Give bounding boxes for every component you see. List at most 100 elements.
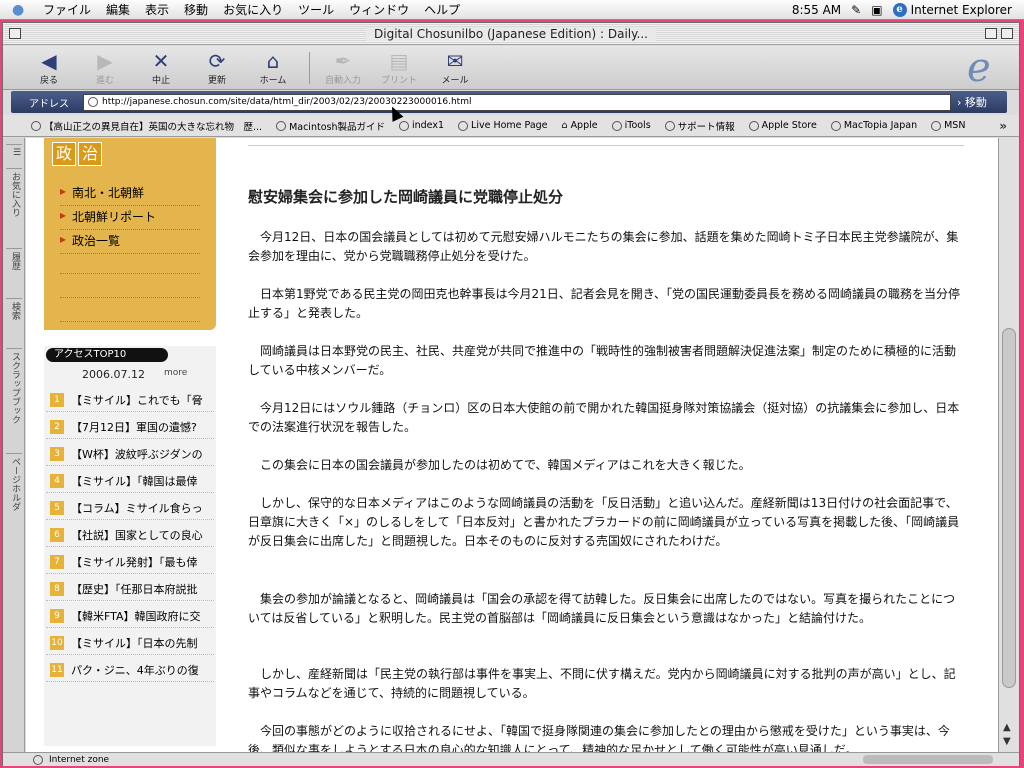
status-bar: Internet zone <box>3 752 1019 766</box>
nav-divider <box>60 252 200 274</box>
menu-go[interactable]: 移動 <box>184 1 208 18</box>
ranking-row[interactable]: 2 【7月12日】軍国の遺憾? <box>46 415 214 439</box>
page-globe-icon[interactable] <box>88 97 98 107</box>
favorite-item[interactable]: MacTopia Japan <box>830 120 917 131</box>
category-panel: 政 治 南北・北朝鮮 北朝鮮リポート 政治一覧 <box>44 138 216 330</box>
favorite-item[interactable]: Macintosh製品ガイド <box>276 119 385 133</box>
favorite-label: Apple <box>570 120 598 131</box>
refresh-button[interactable]: ⟳ 更新 <box>189 49 245 86</box>
article-paragraph: 今月12日にはソウル鍾路（チョンロ）区の日本大使館の前で開かれた韓国挺身隊対策協… <box>248 401 960 434</box>
home-button[interactable]: ⌂ ホーム <box>245 49 301 86</box>
nav-link-nk-report[interactable]: 北朝鮮リポート <box>60 204 200 230</box>
menu-view[interactable]: 表示 <box>145 1 169 18</box>
access-more-link[interactable]: more <box>164 368 187 378</box>
ranking-row[interactable]: 9 【韓米FTA】韓国政府に交 <box>46 604 214 628</box>
vertical-scrollbar[interactable]: ▲ ▼ <box>998 138 1019 752</box>
menubar-clock[interactable]: 8:55 AM <box>792 3 841 17</box>
article-paragraph: 集会の参加が論議となると、岡崎議員は「国会の承認を得て訪韓した。反日集会に出席し… <box>248 592 956 625</box>
apple-menu-icon[interactable]: ● <box>12 2 34 18</box>
rank-title: 【ミサイル発射】「最も倖 <box>71 555 198 569</box>
back-button[interactable]: ◀ 戻る <box>21 49 77 86</box>
autofill-label: 自動入力 <box>324 76 361 86</box>
ranking-row[interactable]: 3 【W杯】波紋呼ぶジダンの <box>46 442 214 466</box>
address-bar: アドレス http://japanese.chosun.com/site/dat… <box>11 91 1007 113</box>
favorite-item[interactable]: サポート情報 <box>664 119 735 133</box>
favorite-item[interactable]: index1 <box>398 120 444 131</box>
forward-button[interactable]: ▶ 進む <box>77 49 133 86</box>
favorite-label: Live Home Page <box>471 120 548 131</box>
section-title: 政 治 <box>52 142 104 166</box>
globe-icon <box>830 120 841 131</box>
nav-link-politics-list[interactable]: 政治一覧 <box>60 228 200 254</box>
refresh-label: 更新 <box>207 76 226 86</box>
ranking-row[interactable]: 6 【社説】国家としての良心 <box>46 523 214 547</box>
autofill-button[interactable]: ✒ 自動入力 <box>315 49 371 86</box>
article-paragraph: しかし、産経新聞は「民主党の執行部は事件を事実上、不問に伏す構えだ。党内から岡崎… <box>248 667 956 700</box>
favorite-item[interactable]: MSN <box>931 120 965 131</box>
article-paragraph: 今月12日、日本の国会議員としては初めて元慰安婦ハルモニたちの集会に参加、話題を… <box>248 230 959 263</box>
ranking-row[interactable]: 4 【ミサイル】「韓国は最倖 <box>46 469 214 493</box>
sidetab-page-holder[interactable]: ページホルダ <box>6 453 22 523</box>
scroll-down-arrow-icon[interactable]: ▼ <box>1003 736 1011 747</box>
favorite-item[interactable]: 【高山正之の異見自在】英国の大きな忘れ物 歴... <box>31 119 262 133</box>
menu-tools[interactable]: ツール <box>298 1 334 18</box>
app-menu[interactable]: e Internet Explorer <box>892 2 1012 17</box>
sidetab-search[interactable]: 検索 <box>6 298 22 338</box>
article-paragraph: この集会に日本の国会議員が参加したのは初めてで、韓国メディアはこれを大きく報じた… <box>260 458 751 472</box>
favorite-item[interactable]: Apple Store <box>748 120 817 131</box>
zoom-box-button[interactable] <box>985 28 997 39</box>
sidetab-history[interactable]: 履歴 <box>6 248 22 288</box>
scroll-thumb[interactable] <box>1002 328 1016 688</box>
mail-button[interactable]: ✉ メール <box>427 49 483 86</box>
ranking-row[interactable]: 1 【ミサイル】これでも「脅 <box>46 388 214 412</box>
rank-title: 【社説】国家としての良心 <box>71 528 203 542</box>
ranking-row[interactable]: 8 【歴史】「任那日本府説批 <box>46 577 214 601</box>
stop-button[interactable]: ✕ 中止 <box>133 49 189 86</box>
explorer-bar-tabs: ☰ お気に入り 履歴 検索 スクラップブック ページホルダ <box>3 138 25 752</box>
favorite-item[interactable]: iTools <box>611 120 651 131</box>
ranking-row[interactable]: 11 パク・ジニ、4年ぶりの復 <box>46 658 214 682</box>
ranking-row[interactable]: 5 【コラム】ミサイル食らっ <box>46 496 214 520</box>
menu-favorites[interactable]: お気に入り <box>223 1 283 18</box>
close-box-button[interactable] <box>9 28 21 39</box>
print-button[interactable]: ▤ プリント <box>371 49 427 86</box>
address-field[interactable]: http://japanese.chosun.com/site/data/htm… <box>83 93 951 111</box>
section-char: 治 <box>78 142 102 166</box>
scroll-up-arrow-icon[interactable]: ▲ <box>1003 722 1011 733</box>
nav-divider <box>60 276 200 298</box>
rank-number: 6 <box>50 527 64 542</box>
window-titlebar[interactable]: Digital Chosunilbo (Japanese Edition) : … <box>3 23 1019 45</box>
envelope-icon: ✉ <box>446 49 464 73</box>
sidetab-toggle-icon[interactable]: ☰ <box>6 144 22 158</box>
favorite-item[interactable]: ⌂ Apple <box>562 120 598 131</box>
pencil-icon[interactable]: ✎ <box>851 3 861 17</box>
back-arrow-icon: ◀ <box>41 49 57 73</box>
favorite-item[interactable]: Live Home Page <box>458 120 548 131</box>
globe-icon <box>31 120 41 131</box>
globe-icon <box>276 120 287 131</box>
favorite-label: Apple Store <box>761 120 817 131</box>
rank-number: 11 <box>50 662 64 677</box>
ranking-row[interactable]: 7 【ミサイル発射】「最も倖 <box>46 550 214 574</box>
chevron-more-icon[interactable]: » <box>999 119 1007 133</box>
access-date: 2006.07.12 <box>82 368 145 381</box>
collapse-box-button[interactable] <box>1001 28 1013 39</box>
favorite-label: 【高山正之の異見自在】英国の大きな忘れ物 歴... <box>44 121 263 133</box>
menu-window[interactable]: ウィンドウ <box>349 1 409 18</box>
horizontal-scrollbar[interactable] <box>863 755 993 764</box>
nav-divider <box>60 300 200 322</box>
menu-edit[interactable]: 編集 <box>106 1 130 18</box>
rank-title: 【ミサイル】これでも「脅 <box>71 393 203 407</box>
nav-link-north-south[interactable]: 南北・北朝鮮 <box>60 180 200 206</box>
menu-help[interactable]: ヘルプ <box>424 1 460 18</box>
sidetab-favorites[interactable]: お気に入り <box>6 168 22 246</box>
rank-number: 9 <box>50 608 64 623</box>
rank-number: 2 <box>50 419 64 434</box>
back-label: 戻る <box>39 76 58 86</box>
app-switch-icon[interactable]: ▣ <box>871 3 882 17</box>
rank-number: 3 <box>50 446 64 461</box>
sidetab-scrapbook[interactable]: スクラップブック <box>6 348 22 448</box>
ranking-row[interactable]: 10 【ミサイル】「日本の先制 <box>46 631 214 655</box>
menu-file[interactable]: ファイル <box>43 1 91 18</box>
go-button[interactable]: › 移動 <box>957 94 987 110</box>
